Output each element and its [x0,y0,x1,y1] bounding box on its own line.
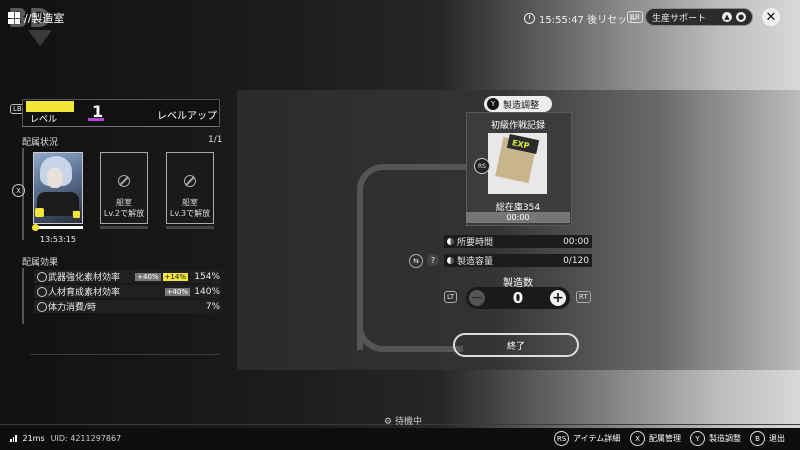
class-badge-icon [35,208,44,217]
hint-label: 退出 [769,434,785,443]
y-key-icon: Y [690,431,705,446]
hint-exit[interactable]: B 退出 [750,431,785,446]
slot-name: 船室 [116,198,132,207]
support-up-icon: ▲ [722,12,732,22]
capacity-icon [447,257,454,264]
production-adjust-button[interactable]: Y 製造調整 [484,96,552,112]
logo-emblem [28,30,52,46]
skill-badge-icon [72,210,81,219]
support-drop-icon: ● [736,12,746,22]
effect-value: 7% [205,301,220,312]
effect-bonus-tag: +14% [162,272,188,281]
stat-label: 所要時間 [457,238,494,248]
character-face [47,168,63,188]
adjust-label: 製造調整 [503,100,540,111]
rt-key-hint: RT [576,291,591,303]
hint-label: 製造調整 [709,434,741,443]
hint-item-detail[interactable]: RS アイテム詳細 [554,431,620,446]
ping-value: 21ms [22,434,45,443]
stat-label: 製造容量 [457,257,494,267]
increment-button[interactable]: + [550,290,566,306]
finish-button[interactable]: 終了 [453,333,579,357]
assignment-title: 配属状況 [22,138,59,148]
slot-name: 船室 [182,198,198,207]
hint-label: アイテム詳細 [573,434,621,443]
effect-label: 体力消費/時 [48,303,97,313]
b-key-icon: B [750,431,765,446]
time-icon [447,238,454,245]
clock-icon [524,13,535,24]
hint-adjust[interactable]: Y 製造調整 [690,431,741,446]
waiting-label: 待機中 [394,417,422,427]
item-name: 初級作戦記録 [490,121,545,131]
card-time: 13:53:15 [40,235,76,244]
card-progress-bar [33,226,83,229]
decrement-button[interactable]: − [469,290,485,306]
left-divider [30,354,220,355]
progress-marker [32,224,39,231]
stamina-icon [37,301,47,312]
hint-label: 配属管理 [649,434,681,443]
effect-label: 武器強化素材効率 [48,273,121,283]
production-support-button[interactable]: 生産サポート ▲ ● [645,8,753,26]
lt-key-hint: LT [444,291,458,303]
close-button[interactable]: ✕ [762,8,780,26]
effect-row-stamina: 体力消費/時 7% [34,300,220,313]
level-label: レベル [30,115,58,125]
help-button[interactable]: ? [427,254,439,266]
level-progress-bar [88,118,104,121]
assign-key-hint[interactable]: X [12,184,25,197]
stat-row-capacity: 製造容量 0/120 [444,254,592,267]
stat-value: 00:00 [563,236,589,247]
level-underline [22,126,218,127]
locked-icon [118,175,130,187]
rs-key-hint: RS [474,158,490,174]
quantity-value[interactable]: 0 [500,289,536,307]
slot-unlock: Lv.2で解放 [103,209,145,218]
link-icon[interactable]: ⇆ [409,254,423,268]
efficiency-icon [37,271,47,282]
x-key-icon: X [630,431,645,446]
slot-3-bar [166,226,214,229]
reset-text: 15:55:47 後リセット [539,15,638,26]
rs-key-icon: RS [554,431,569,446]
rb-key-hint: RB [627,11,643,23]
breadcrumb-label: //製造室 [24,12,65,25]
effect-value: 140% [194,286,220,297]
effect-tag: +40% [164,287,190,296]
effect-value: 154% [194,271,220,282]
locked-icon [184,175,196,187]
effect-tag: +40% [135,272,161,281]
network-status: 21ms UID: 4211297867 [10,434,121,443]
section-rule [22,268,24,324]
signal-icon [10,435,17,442]
stat-row-time: 所要時間 00:00 [444,235,592,248]
item-time: 00:00 [466,212,570,223]
locked-slot-3[interactable]: 船室 Lv.3で解放 [166,152,214,224]
efficiency-icon [37,286,47,297]
reset-timer: 15:55:47 後リセット [524,11,637,26]
hint-assign[interactable]: X 配属管理 [630,431,681,446]
status-text: ⚙ 待機中 [384,414,422,427]
support-label: 生産サポート [652,13,707,24]
level-badge [26,101,74,112]
stat-value: 0/120 [563,255,589,266]
effect-row-talent: 人材育成素材効率 +40% 140% [34,285,220,298]
assignment-count: 1/1 [208,135,223,145]
menu-grid-icon [8,12,20,24]
effect-row-weapon: 武器強化素材効率 +40% +14% 154% [34,270,220,283]
effect-label: 人材育成素材効率 [48,288,121,298]
waiting-icon: ⚙ [384,417,395,427]
y-key-icon: Y [487,98,499,110]
effects-title: 配属効果 [22,258,59,268]
slot-unlock: Lv.3で解放 [169,209,211,218]
uid-text: UID: 4211297867 [50,434,122,443]
breadcrumb: //製造室 [8,10,64,26]
slot-2-bar [100,226,148,229]
level-up-button[interactable]: レベルアップ [157,107,217,122]
locked-slot-2[interactable]: 船室 Lv.2で解放 [100,152,148,224]
